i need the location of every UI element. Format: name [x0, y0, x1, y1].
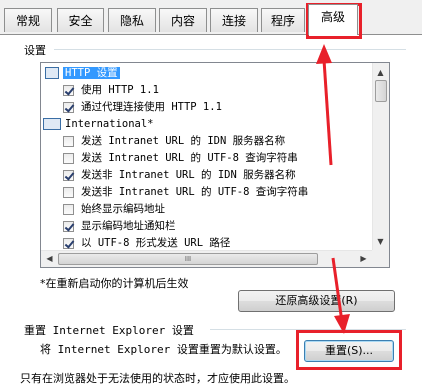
tab-label: 高级 [320, 10, 345, 24]
arrow-line-up [322, 59, 333, 166]
annotation-arrows [316, 44, 350, 334]
arrow-head-down-icon [334, 314, 350, 334]
arrow-head-up-icon [316, 44, 332, 64]
tab-advanced[interactable]: 高级 [308, 4, 358, 35]
arrow-line-down [331, 257, 344, 323]
